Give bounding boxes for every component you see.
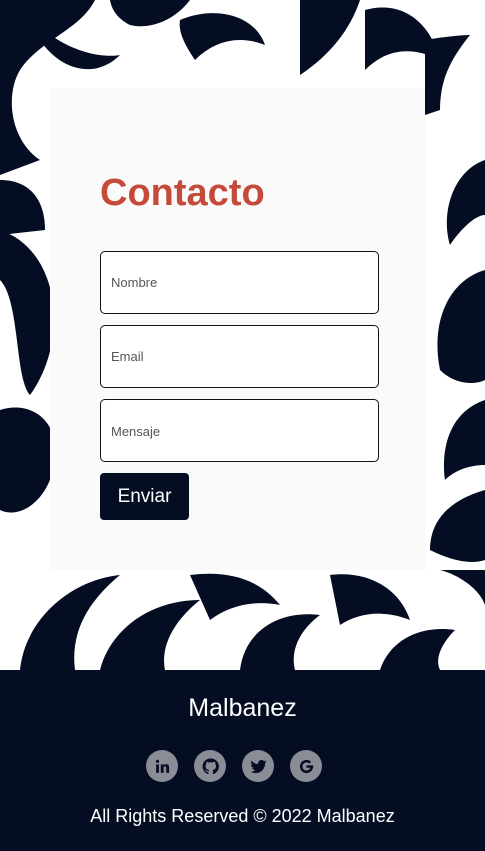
footer-brand: Malbanez xyxy=(188,694,297,722)
contact-title: Contacto xyxy=(100,172,265,214)
twitter-link[interactable] xyxy=(242,750,274,782)
google-link[interactable] xyxy=(290,750,322,782)
twitter-icon xyxy=(250,759,266,773)
footer: Malbanez All Rights Reserved © 2022 Malb… xyxy=(0,670,485,851)
message-input[interactable] xyxy=(100,399,379,462)
linkedin-icon xyxy=(155,759,169,773)
linkedin-link[interactable] xyxy=(146,750,178,782)
page: Contacto Enviar Malbanez xyxy=(0,0,485,851)
github-link[interactable] xyxy=(194,750,226,782)
send-button[interactable]: Enviar xyxy=(100,473,189,520)
email-input[interactable] xyxy=(100,325,379,388)
contact-card: Contacto Enviar xyxy=(50,88,425,570)
github-icon xyxy=(202,758,219,774)
social-links xyxy=(146,750,322,782)
google-icon xyxy=(299,759,313,773)
copyright-text: All Rights Reserved © 2022 Malbanez xyxy=(90,806,395,826)
name-input[interactable] xyxy=(100,251,379,314)
